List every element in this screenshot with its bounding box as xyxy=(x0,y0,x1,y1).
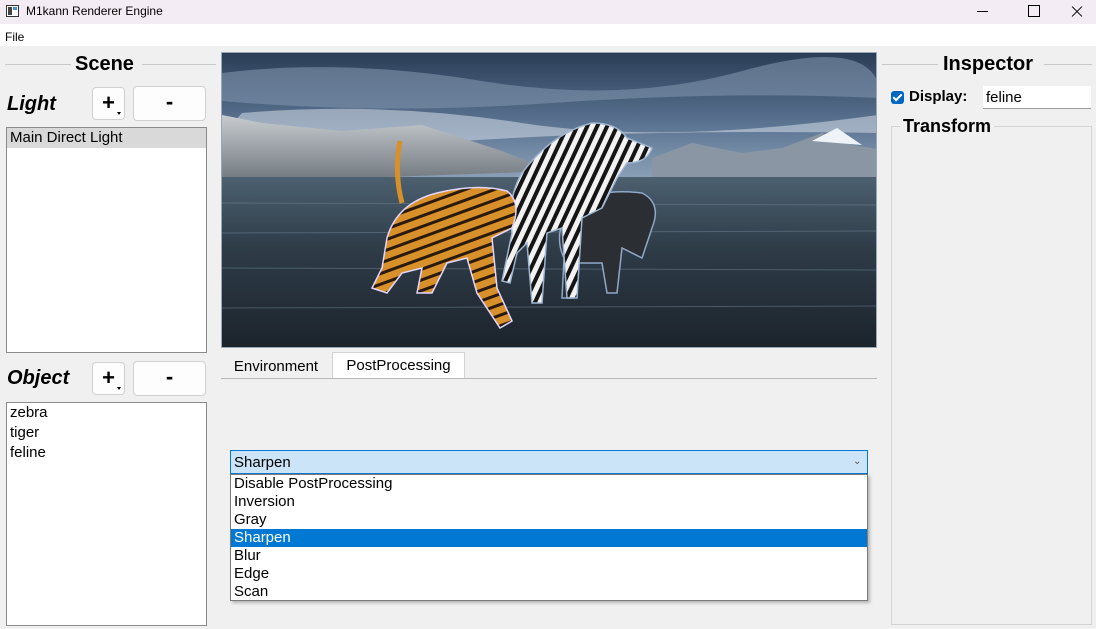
option-edge[interactable]: Edge xyxy=(231,565,867,583)
postprocessing-dropdown-list[interactable]: Disable PostProcessing Inversion Gray Sh… xyxy=(230,474,868,601)
window-title: M1kann Renderer Engine xyxy=(26,4,163,18)
scene-group-line-right xyxy=(142,64,216,65)
chevron-down-icon[interactable]: ⌄ xyxy=(853,456,863,467)
menu-file[interactable]: File xyxy=(5,30,24,44)
remove-light-button[interactable]: - xyxy=(133,86,206,121)
inspector-group-line-left xyxy=(882,64,938,65)
postprocessing-selected-value: Sharpen xyxy=(234,454,291,471)
inspector-title: Inspector xyxy=(943,53,1034,75)
menu-bar: File xyxy=(0,24,1096,46)
display-label: Display: xyxy=(909,88,968,105)
postprocessing-select[interactable]: Sharpen ⌄ xyxy=(230,450,868,474)
scene-group-line-left xyxy=(5,64,71,65)
transform-title: Transform xyxy=(900,116,995,137)
scene-title: Scene xyxy=(75,53,134,75)
option-disable-postprocessing[interactable]: Disable PostProcessing xyxy=(231,475,867,493)
dropdown-arrow-icon xyxy=(117,387,121,390)
light-list[interactable]: Main Direct Light xyxy=(6,127,207,353)
app-icon xyxy=(6,5,19,17)
display-checkbox[interactable] xyxy=(891,91,904,104)
list-item[interactable]: tiger xyxy=(7,423,206,443)
object-label: Object xyxy=(7,367,70,389)
dropdown-arrow-icon xyxy=(117,112,121,115)
object-list[interactable]: zebra tiger feline xyxy=(6,402,207,626)
tab-environment[interactable]: Environment xyxy=(223,354,329,380)
add-object-button[interactable]: + xyxy=(92,362,125,395)
light-label: Light xyxy=(7,93,56,115)
title-bar: M1kann Renderer Engine xyxy=(0,0,1096,24)
option-sharpen[interactable]: Sharpen xyxy=(231,529,867,547)
render-viewport[interactable] xyxy=(221,52,877,348)
tab-divider xyxy=(221,378,877,379)
inspector-group-line-right xyxy=(1044,64,1092,65)
transform-group xyxy=(891,126,1092,625)
tab-postprocessing[interactable]: PostProcessing xyxy=(332,352,465,379)
option-blur[interactable]: Blur xyxy=(231,547,867,565)
minimize-icon[interactable] xyxy=(960,0,1006,24)
list-item[interactable]: zebra xyxy=(7,403,206,423)
remove-object-button[interactable]: - xyxy=(133,361,206,396)
rendered-scene-image xyxy=(222,53,876,347)
maximize-icon[interactable] xyxy=(1010,0,1056,24)
add-light-button[interactable]: + xyxy=(92,87,125,120)
remove-object-label: - xyxy=(165,364,174,389)
remove-light-label: - xyxy=(165,89,174,114)
option-gray[interactable]: Gray xyxy=(231,511,867,529)
option-inversion[interactable]: Inversion xyxy=(231,493,867,511)
display-name-input[interactable] xyxy=(983,86,1091,109)
list-item[interactable]: Main Direct Light xyxy=(7,128,206,148)
close-icon[interactable] xyxy=(1052,0,1096,24)
list-item[interactable]: feline xyxy=(7,443,206,463)
option-scan[interactable]: Scan xyxy=(231,583,867,601)
